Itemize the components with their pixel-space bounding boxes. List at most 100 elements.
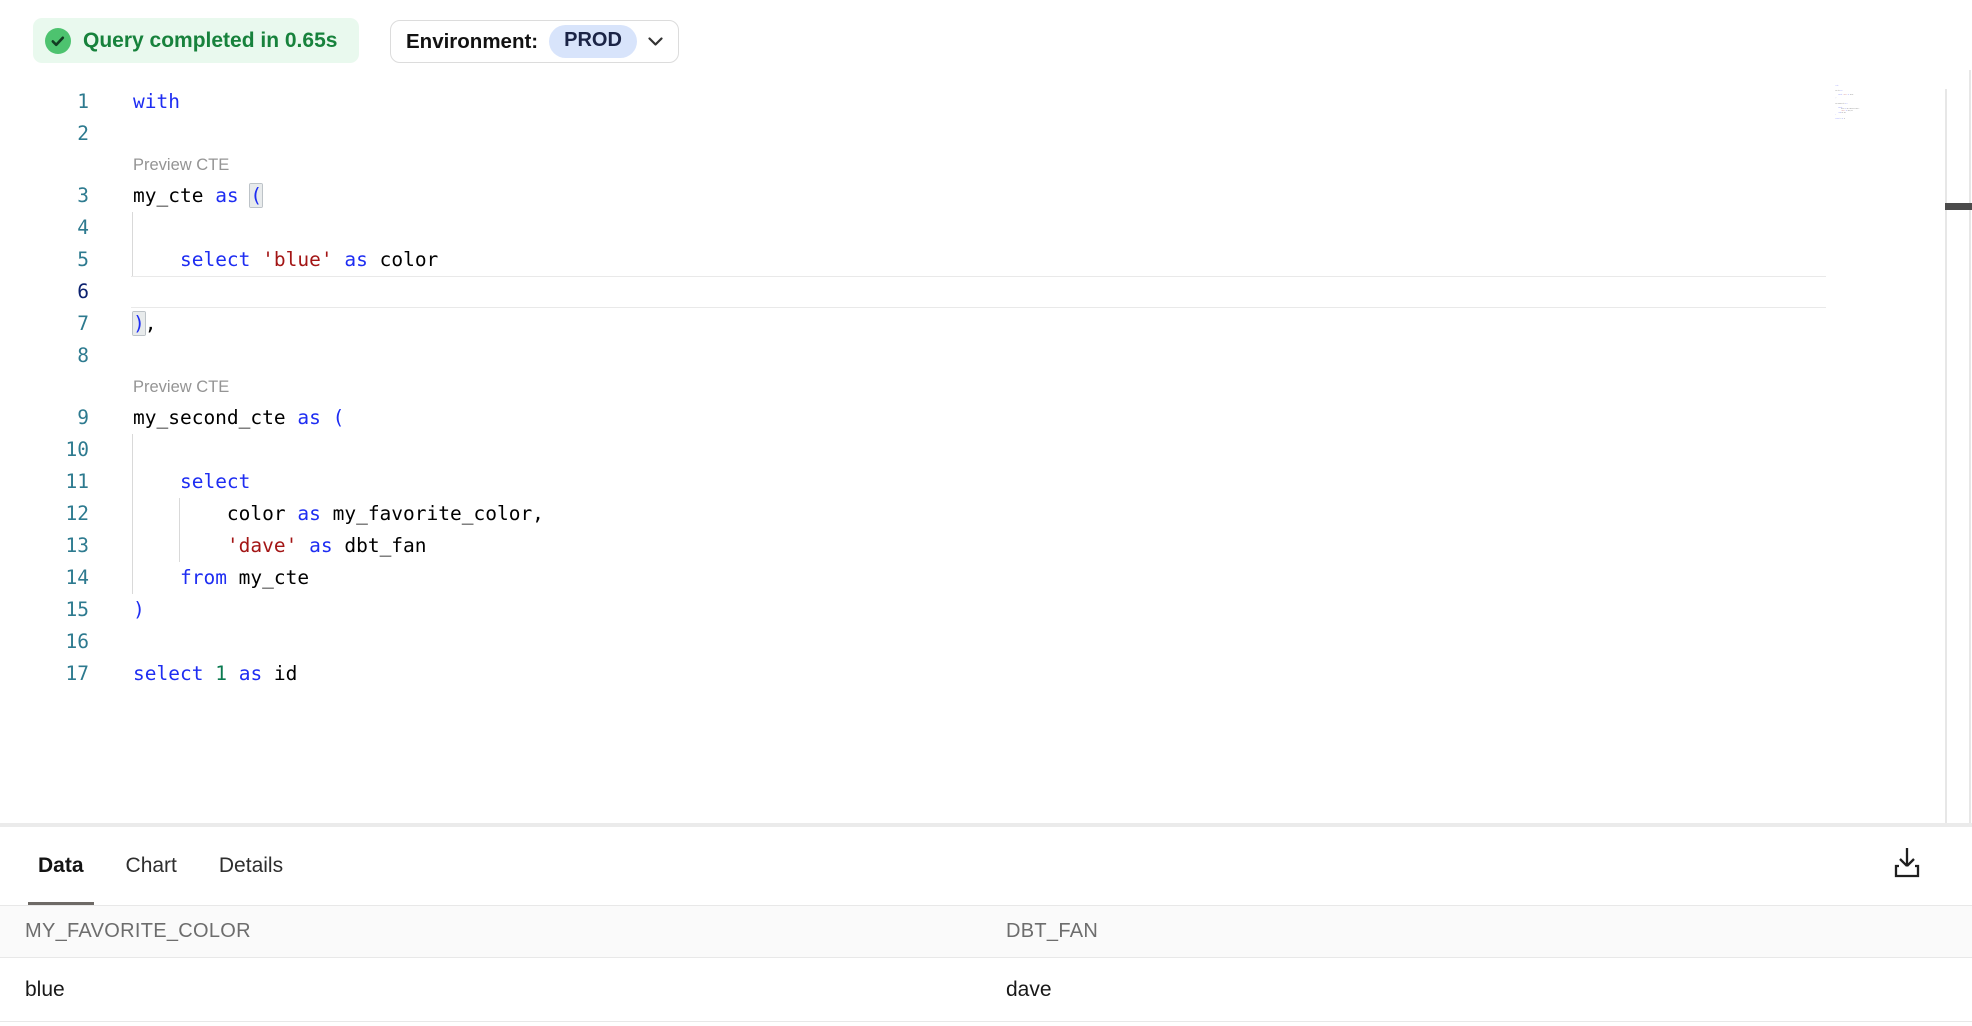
download-icon <box>1890 845 1924 881</box>
table-cell: dave <box>1006 978 1972 1002</box>
code-token: ( <box>250 184 262 207</box>
code-line[interactable]: 17select 1 as id <box>1833 117 1891 119</box>
code-token: as <box>239 662 262 685</box>
preview-cte-label[interactable]: Preview CTE <box>133 372 229 402</box>
code-token <box>133 470 180 493</box>
column-header: DBT_FAN <box>1006 920 1972 943</box>
code-token <box>250 248 262 271</box>
tab-chart[interactable]: Chart <box>116 827 187 905</box>
minimap[interactable]: 1with2Preview CTE3my_cte as (45 select '… <box>1833 84 1903 139</box>
code-token: my_second_cte <box>1836 103 1846 104</box>
code-token: id <box>1843 117 1845 118</box>
code-token: as <box>344 248 367 271</box>
code-token <box>333 248 345 271</box>
code-line[interactable]: 2 <box>0 118 1833 150</box>
code-token <box>321 406 333 429</box>
code-line[interactable]: 12 color as my_favorite_color, <box>0 498 1833 530</box>
panel-resize-divider[interactable] <box>0 823 1972 827</box>
line-number: 3 <box>0 180 89 212</box>
code-token: color <box>1849 93 1853 94</box>
code-token: , <box>1836 97 1837 98</box>
code-token <box>133 248 180 271</box>
code-token: id <box>262 662 297 685</box>
preview-cte-row: Preview CTE <box>0 150 1833 180</box>
check-circle-icon <box>45 28 71 54</box>
code-editor[interactable]: 1with2 Preview CTE 3 my_cte as (45 select '… <box>0 86 1833 690</box>
line-number: 5 <box>0 244 89 276</box>
code-token: color <box>133 502 297 525</box>
code-token: my_second_cte <box>133 406 297 429</box>
code-token: ) <box>1836 114 1837 115</box>
code-line[interactable]: 17select 1 as id <box>0 658 1833 690</box>
code-token: as <box>309 534 332 557</box>
code-token: ( <box>1842 90 1843 91</box>
tab-details[interactable]: Details <box>209 827 293 905</box>
table-body: bluedave <box>0 958 1972 1022</box>
code-token: my_favorite_color, <box>321 502 544 525</box>
line-number: 12 <box>0 498 89 530</box>
table-cell: blue <box>0 978 1006 1002</box>
code-token: select <box>180 470 250 493</box>
line-number: 2 <box>0 118 89 150</box>
code-token: with <box>1836 84 1839 85</box>
line-number: 9 <box>0 402 89 434</box>
line-number: 11 <box>0 466 89 498</box>
code-line[interactable]: 7), <box>0 308 1833 340</box>
code-line[interactable]: 14 from my_cte <box>0 562 1833 594</box>
tab-data[interactable]: Data <box>28 827 94 905</box>
code-line[interactable]: 16 <box>0 626 1833 658</box>
code-line[interactable]: 9 my_second_cte as ( <box>0 402 1833 434</box>
preview-cte-row: Preview CTE <box>0 372 1833 402</box>
code-token: with <box>133 90 180 113</box>
code-line[interactable]: 4 <box>0 212 1833 244</box>
code-line[interactable]: 13 'dave' as dbt_fan <box>0 530 1833 562</box>
code-line[interactable]: 8 <box>0 340 1833 372</box>
code-token: ( <box>333 406 345 429</box>
query-status-label: Query completed in 0.65s <box>83 29 337 53</box>
line-number: 4 <box>0 212 89 244</box>
code-token <box>297 534 309 557</box>
scroll-handle[interactable] <box>1945 203 1972 210</box>
code-line[interactable]: 5 select 'blue' as color <box>0 244 1833 276</box>
code-token: select <box>180 248 250 271</box>
column-header: MY_FAVORITE_COLOR <box>0 920 1006 943</box>
code-token: 'blue' <box>262 248 332 271</box>
code-token: as <box>297 502 320 525</box>
code-token: 'dave' <box>227 534 297 557</box>
code-line[interactable]: 15) <box>0 594 1833 626</box>
minimap-content: 1with2Preview CTE3my_cte as (45 select '… <box>1833 84 1891 119</box>
table-header-row: MY_FAVORITE_COLORDBT_FAN <box>0 906 1972 958</box>
code-line[interactable]: 11 select <box>0 466 1833 498</box>
line-number: 7 <box>0 308 89 340</box>
chevron-down-icon <box>648 37 663 47</box>
code-token: select <box>133 662 203 685</box>
code-line[interactable]: 3 my_cte as ( <box>0 180 1833 212</box>
code-line[interactable]: 1with <box>0 86 1833 118</box>
environment-selector[interactable]: Environment: PROD <box>390 20 679 63</box>
download-results-button[interactable] <box>1884 840 1930 886</box>
results-table: MY_FAVORITE_COLORDBT_FAN bluedave <box>0 906 1972 1022</box>
preview-cte-label[interactable]: Preview CTE <box>133 150 229 180</box>
code-token: ) <box>133 598 145 621</box>
line-number: 16 <box>0 626 89 658</box>
code-token: my_cte <box>133 184 215 207</box>
code-line[interactable]: 10 <box>0 434 1833 466</box>
code-token: as <box>215 184 238 207</box>
code-token: dbt_fan <box>1847 110 1852 111</box>
line-number: 17 <box>0 658 89 690</box>
line-number: 6 <box>0 276 89 308</box>
code-token: my_cte <box>1841 112 1846 113</box>
code-token: as <box>297 406 320 429</box>
code-line[interactable]: 6 <box>0 276 1833 308</box>
code-token: my_cte <box>227 566 309 589</box>
environment-value-badge: PROD <box>549 25 637 58</box>
editor-scrollbar-track <box>1945 89 1947 823</box>
query-status-badge: Query completed in 0.65s <box>33 18 359 63</box>
code-token <box>133 534 227 557</box>
line-number: 14 <box>0 562 89 594</box>
line-number: 15 <box>0 594 89 626</box>
line-number: 13 <box>0 530 89 562</box>
code-token <box>203 662 215 685</box>
line-number: 8 <box>0 340 89 372</box>
code-token: ) <box>133 312 145 335</box>
